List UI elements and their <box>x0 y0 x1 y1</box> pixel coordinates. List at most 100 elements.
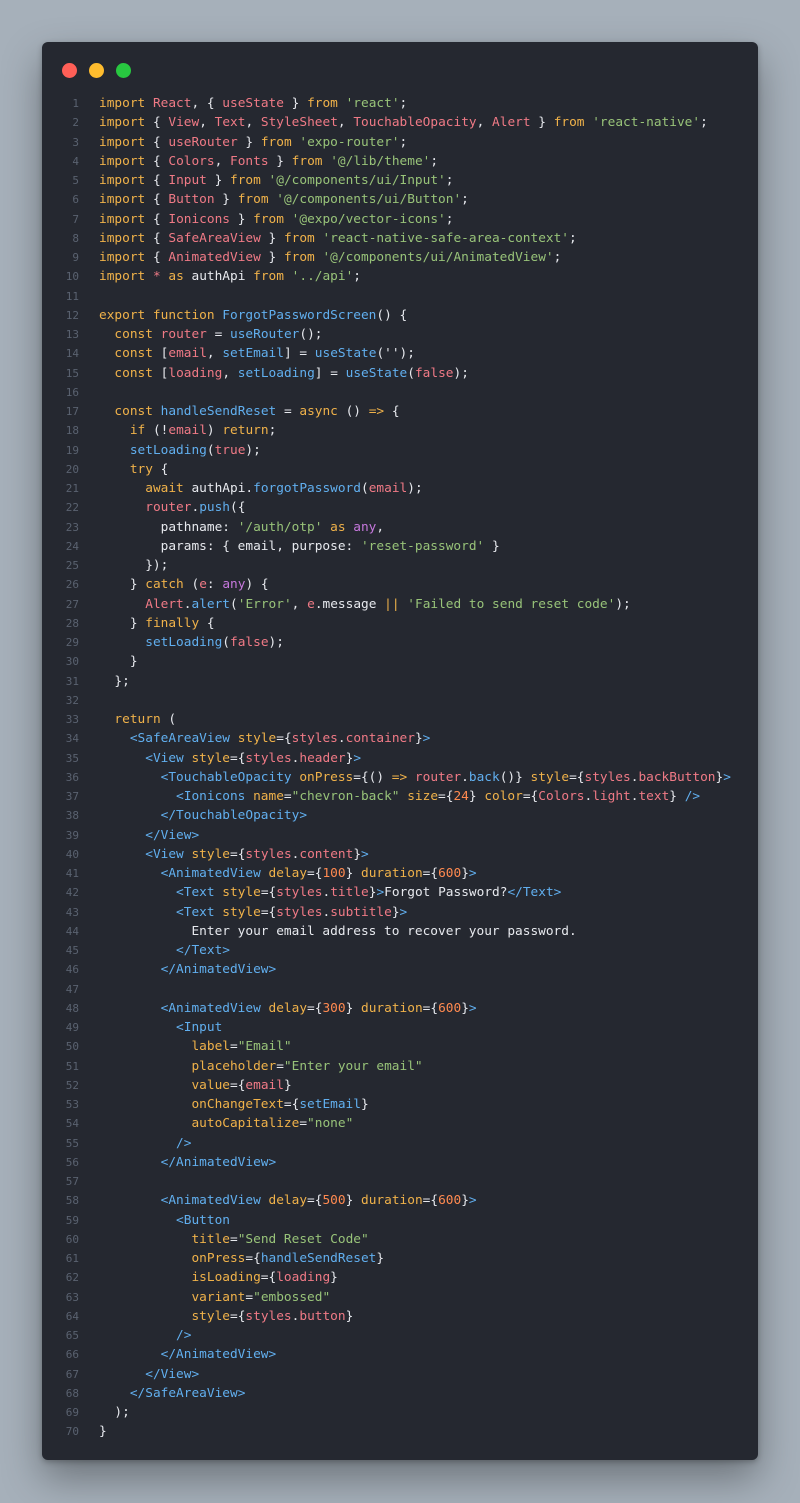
code-token: Forgot Password? <box>384 885 508 901</box>
code-token: import <box>99 192 153 208</box>
code-token: 'react-native-safe-area-context' <box>322 230 570 246</box>
code-token: delay <box>268 866 308 881</box>
code-token: any <box>353 519 377 535</box>
code-token: <View <box>145 750 192 766</box>
code-line: 1 import React, { useState } from 'react'… <box>42 94 758 113</box>
code-token: useState <box>222 96 284 111</box>
code-token: ); <box>453 365 469 381</box>
line-number: 36 <box>65 770 79 784</box>
code-token: styles <box>245 750 292 766</box>
code-token: '@/components/ui/Input' <box>268 173 446 188</box>
code-token: 500 <box>322 1193 346 1209</box>
code-token: setEmail <box>222 346 284 362</box>
code-token: ( <box>360 481 369 496</box>
code-token: authApi <box>191 269 254 285</box>
line-source: import { Input } from '@/components/ui/I… <box>99 171 453 190</box>
code-token: </AnimatedView> <box>160 1347 277 1363</box>
code-line: 5 import { Input } from '@/components/ui/… <box>42 171 758 190</box>
code-line: 17 const handleSendReset = async () => { <box>42 402 758 421</box>
line-number: 24 <box>65 539 79 553</box>
code-token: > <box>422 731 431 747</box>
code-token: delay <box>268 1193 308 1209</box>
code-line: 10 import * as authApi from '../api'; <box>42 267 758 286</box>
line-source: autoCapitalize="none" <box>99 1114 353 1133</box>
code-token: email <box>245 1077 284 1093</box>
code-token: try <box>129 461 161 477</box>
line-number: 16 <box>65 385 79 399</box>
zoom-dot[interactable] <box>116 63 131 78</box>
code-token: e <box>199 577 207 593</box>
code-line: 12 export function ForgotPasswordScreen()… <box>42 306 758 325</box>
code-line: 63 variant="embossed" <box>42 1288 758 1307</box>
line-number: 54 <box>65 1117 79 1131</box>
code-token: e <box>307 596 315 612</box>
code-token: "Send Reset Code" <box>237 1231 369 1247</box>
code-token: <AnimatedView <box>160 866 269 881</box>
code-line: 60 title="Send Reset Code" <box>42 1230 758 1249</box>
code-line: 29 setLoading(false); <box>42 633 758 652</box>
code-token: as <box>322 519 354 535</box>
code-token: value <box>191 1077 230 1093</box>
line-number: 17 <box>65 405 79 418</box>
code-line: 24 params: { email, purpose: 'reset-pass… <box>42 537 758 556</box>
code-token: ForgotPasswordScreen <box>222 307 377 323</box>
code-token: light <box>592 789 631 804</box>
code-token: Enter your email address to recover your… <box>99 923 577 939</box>
line-source: value={email} <box>99 1076 291 1095</box>
code-line: 70} <box>42 1422 758 1441</box>
line-source: }; <box>99 672 129 691</box>
line-source: import { SafeAreaView } from 'react-nati… <box>99 229 577 248</box>
code-token: async <box>299 404 346 419</box>
line-number: 40 <box>65 847 79 861</box>
code-token: const <box>114 404 161 419</box>
code-token: from <box>291 153 331 169</box>
code-token: ={ <box>230 750 246 766</box>
line-number: 26 <box>65 578 79 592</box>
code-token: ={ <box>307 1193 323 1209</box>
code-token: = <box>299 1116 308 1132</box>
code-token: </TouchableOpacity> <box>160 808 308 824</box>
minimize-dot[interactable] <box>89 63 104 78</box>
code-token: } <box>461 1193 469 1209</box>
code-token: , <box>222 365 238 381</box>
code-token: '@expo/vector-icons' <box>291 211 446 227</box>
line-source: placeholder="Enter your email" <box>99 1057 422 1076</box>
line-source: import { Button } from '@/components/ui/… <box>99 190 469 209</box>
line-number: 18 <box>65 424 79 438</box>
line-source: const handleSendReset = async () => { <box>99 402 399 421</box>
code-token: ={ <box>260 885 277 901</box>
code-token: > <box>723 769 731 785</box>
code-line: 22 router.push({ <box>42 498 758 517</box>
code-line: 57 <box>42 1172 758 1191</box>
code-token: React <box>152 96 192 111</box>
code-line: 54 autoCapitalize="none" <box>42 1114 758 1133</box>
code-token: from <box>283 230 323 246</box>
code-line: 41 <AnimatedView delay={100} duration={6… <box>42 864 758 883</box>
code-token: } <box>214 192 238 208</box>
code-token: ; <box>569 230 577 246</box>
code-token: '@/components/ui/Button' <box>276 192 462 208</box>
code-line: 67 </View> <box>42 1365 758 1384</box>
code-token: handleSendReset <box>260 1251 377 1266</box>
code-token: } <box>345 1193 362 1209</box>
code-token: const <box>114 346 161 362</box>
code-line: 21 await authApi.forgotPassword(email); <box>42 479 758 498</box>
close-dot[interactable] <box>62 63 77 78</box>
line-source: }); <box>99 556 168 575</box>
code-token: ={ <box>422 1000 439 1016</box>
line-number: 29 <box>65 636 79 649</box>
code-token: } <box>283 96 308 111</box>
line-number: 2 <box>72 116 79 130</box>
line-number: 57 <box>65 1175 79 1188</box>
code-token: import <box>99 230 153 246</box>
